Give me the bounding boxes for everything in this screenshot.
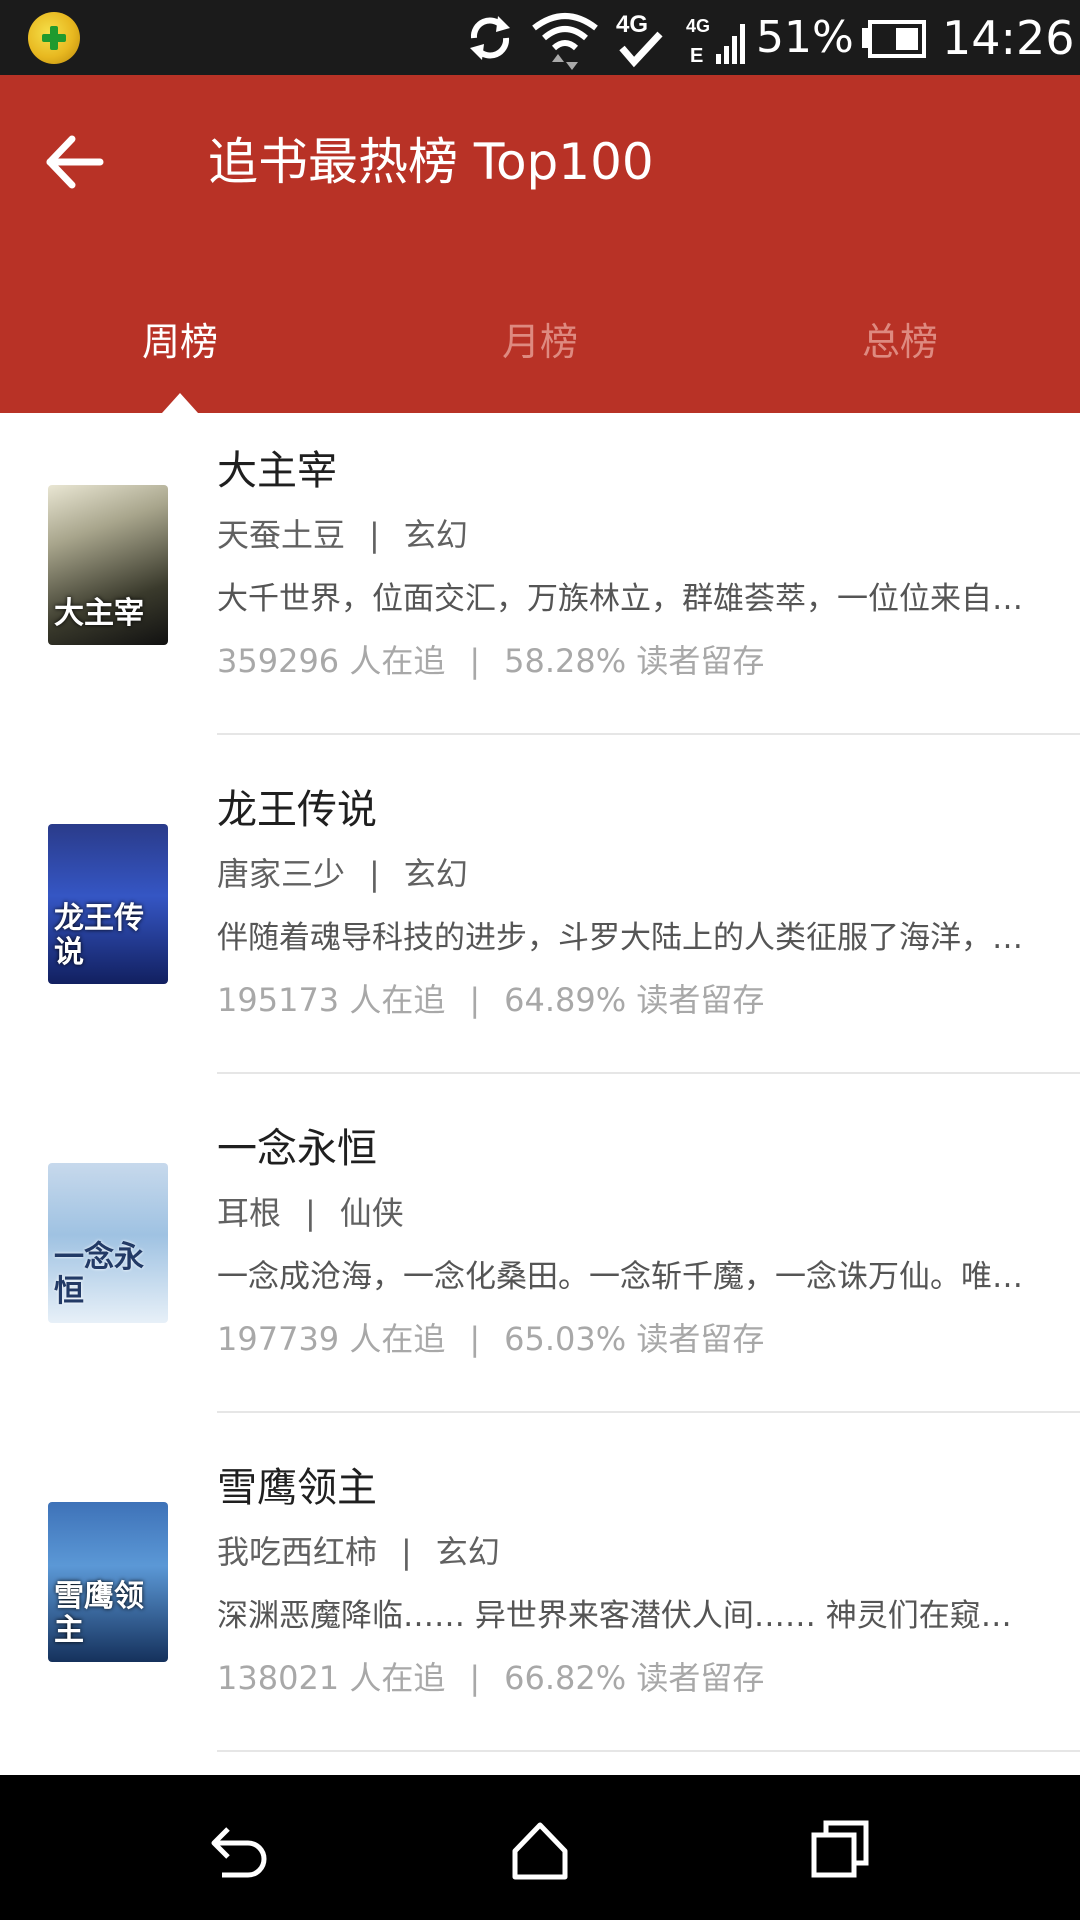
book-title: 一念永恒 (217, 1126, 377, 1172)
book-stats: 359296 人在追 | 58.28% 读者留存 (217, 639, 764, 683)
battery-percent: 51% (756, 12, 854, 63)
book-category: 玄幻 (403, 855, 468, 893)
back-icon[interactable] (206, 1815, 276, 1885)
home-icon[interactable] (505, 1815, 575, 1885)
separator: | (305, 1194, 316, 1232)
separator: | (469, 642, 481, 680)
list-item[interactable]: 龙王传说 龙王传说 唐家三少 | 玄幻 伴随着魂导科技的进步，斗罗大陆上的人类征服了… (0, 752, 1080, 1091)
book-meta: 唐家三少 | 玄幻 (217, 852, 468, 896)
book-stats: 138021 人在追 | 66.82% 读者留存 (217, 1656, 764, 1700)
cover-title: 一念永恒 (54, 1240, 144, 1309)
book-description: 伴随着魂导科技的进步，斗罗大陆上的人类征服了海洋，又发现了两片大陆 (217, 920, 1032, 956)
list-item[interactable]: 雪鹰领主 雪鹰领主 我吃西红柿 | 玄幻 深渊恶魔降临…… 异世界来客潜伏人间…… … (0, 1430, 1080, 1769)
divider (217, 1750, 1080, 1752)
separator: | (369, 855, 380, 893)
retention-rate: 58.28% 读者留存 (504, 642, 765, 680)
retention-rate: 64.89% 读者留存 (504, 981, 765, 1019)
book-cover: 雪鹰领主 (48, 1502, 168, 1662)
separator: | (469, 1659, 481, 1697)
list-item[interactable]: 一念永恒 一念永恒 耳根 | 仙侠 一念成沧海，一念化桑田。一念斩千魔，一念诛万仙。… (0, 1091, 1080, 1430)
separator: | (469, 1320, 481, 1358)
follower-count: 195173 人在追 (217, 981, 446, 1019)
book-cover: 龙王传说 (48, 824, 168, 984)
cover-title: 大主宰 (54, 596, 144, 631)
book-description: 大千世界，位面交汇，万族林立，群雄荟萃，一位位来自下位面的天之至尊 (217, 581, 1032, 617)
svg-text:E: E (690, 45, 703, 67)
follower-count: 138021 人在追 (217, 1659, 446, 1697)
book-author: 耳根 (217, 1194, 282, 1232)
360-security-icon (28, 12, 80, 64)
book-title: 龙王传说 (217, 787, 377, 833)
retention-rate: 66.82% 读者留存 (504, 1659, 765, 1697)
divider (217, 1072, 1080, 1074)
book-author: 唐家三少 (217, 855, 346, 893)
book-author: 天蚕土豆 (217, 516, 346, 554)
divider (217, 733, 1080, 735)
book-description: 深渊恶魔降临…… 异世界来客潜伏人间…… 神灵们在窥视…… (217, 1598, 1032, 1634)
book-meta: 耳根 | 仙侠 (217, 1191, 404, 1235)
sync-icon (470, 16, 510, 60)
active-tab-indicator (162, 393, 198, 413)
separator: | (369, 516, 380, 554)
signal-icon: 4G E (686, 16, 745, 67)
app-bar: 追书最热榜 Top100 周榜 月榜 总榜 (0, 75, 1080, 413)
book-category: 玄幻 (435, 1533, 500, 1571)
page-title: 追书最热榜 Top100 (208, 133, 654, 191)
tab-monthly[interactable]: 月榜 (360, 315, 720, 369)
battery-icon (862, 20, 926, 58)
book-meta: 我吃西红柿 | 玄幻 (217, 1530, 500, 1574)
book-cover: 一念永恒 (48, 1163, 168, 1323)
tab-all-time[interactable]: 总榜 (720, 315, 1080, 369)
back-arrow-icon[interactable] (40, 127, 110, 197)
list-item[interactable]: 大主宰 大主宰 天蚕土豆 | 玄幻 大千世界，位面交汇，万族林立，群雄荟萃，一位位来… (0, 413, 1080, 752)
book-title: 雪鹰领主 (217, 1465, 377, 1511)
status-bar: 4G 4G E 51% 14:26 (0, 0, 1080, 75)
book-author: 我吃西红柿 (217, 1533, 378, 1571)
recent-apps-icon[interactable] (806, 1815, 876, 1885)
tab-bar: 周榜 月榜 总榜 (0, 293, 1080, 413)
wifi-icon (532, 13, 598, 70)
svg-text:4G: 4G (686, 16, 710, 36)
svg-text:4G: 4G (616, 11, 648, 38)
cover-title: 雪鹰领主 (54, 1579, 144, 1648)
4g-icon: 4G (616, 11, 663, 68)
cover-title: 龙王传说 (54, 901, 144, 970)
divider (217, 1411, 1080, 1413)
book-list[interactable]: 大主宰 大主宰 天蚕土豆 | 玄幻 大千世界，位面交汇，万族林立，群雄荟萃，一位位来… (0, 413, 1080, 1775)
separator: | (401, 1533, 412, 1571)
book-meta: 天蚕土豆 | 玄幻 (217, 513, 468, 557)
book-stats: 197739 人在追 | 65.03% 读者留存 (217, 1317, 764, 1361)
separator: | (469, 981, 481, 1019)
book-category: 玄幻 (403, 516, 468, 554)
book-stats: 195173 人在追 | 64.89% 读者留存 (217, 978, 764, 1022)
navigation-bar (0, 1775, 1080, 1920)
retention-rate: 65.03% 读者留存 (504, 1320, 765, 1358)
follower-count: 359296 人在追 (217, 642, 446, 680)
tab-weekly[interactable]: 周榜 (0, 315, 360, 369)
clock: 14:26 (942, 11, 1075, 65)
book-description: 一念成沧海，一念化桑田。一念斩千魔，一念诛万仙。唯我念……永恒 (217, 1259, 1032, 1295)
follower-count: 197739 人在追 (217, 1320, 446, 1358)
book-title: 大主宰 (217, 448, 337, 494)
book-category: 仙侠 (339, 1194, 404, 1232)
book-cover: 大主宰 (48, 485, 168, 645)
